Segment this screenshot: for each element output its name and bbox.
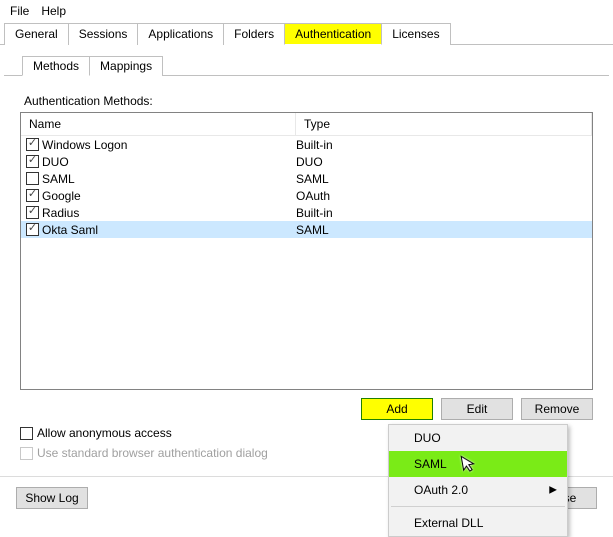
table-row[interactable]: Google OAuth: [21, 187, 592, 204]
menu-item-oauth-2-0[interactable]: OAuth 2.0▶: [389, 477, 567, 503]
row-checkbox[interactable]: [26, 172, 39, 185]
tab-folders[interactable]: Folders: [223, 23, 285, 45]
allow-anonymous-label: Allow anonymous access: [37, 426, 172, 440]
row-checkbox[interactable]: [26, 189, 39, 202]
remove-button[interactable]: Remove: [521, 398, 593, 420]
row-name: DUO: [42, 155, 69, 169]
table-row[interactable]: Radius Built-in: [21, 204, 592, 221]
menubar: File Help: [0, 0, 613, 22]
menu-separator: [391, 506, 565, 507]
auth-methods-list[interactable]: Name Type Windows LogonBuilt-inDUODUOSAM…: [20, 112, 593, 390]
table-row[interactable]: DUO DUO: [21, 153, 592, 170]
tab-sessions[interactable]: Sessions: [68, 23, 139, 45]
menu-item-external-dll[interactable]: External DLL: [389, 510, 567, 536]
row-name: Radius: [42, 206, 79, 220]
row-name: SAML: [42, 172, 75, 186]
row-name: Windows Logon: [42, 138, 127, 152]
row-type: SAML: [296, 223, 329, 237]
add-dropdown-menu[interactable]: DUOSAMLOAuth 2.0▶External DLL: [388, 424, 568, 537]
row-type: OAuth: [296, 189, 330, 203]
section-label: Authentication Methods:: [24, 94, 593, 108]
chevron-right-icon: ▶: [549, 485, 557, 496]
row-checkbox[interactable]: [26, 155, 39, 168]
sub-tabs: MethodsMappings: [4, 55, 609, 76]
allow-anonymous-checkbox[interactable]: [20, 427, 33, 440]
menu-file[interactable]: File: [10, 4, 29, 18]
row-type: DUO: [296, 155, 323, 169]
tab-licenses[interactable]: Licenses: [381, 23, 450, 45]
add-button[interactable]: Add: [361, 398, 433, 420]
row-type: SAML: [296, 172, 329, 186]
row-type: Built-in: [296, 138, 333, 152]
row-checkbox[interactable]: [26, 223, 39, 236]
main-tabs: GeneralSessionsApplicationsFoldersAuthen…: [0, 22, 613, 45]
list-button-row: Add Edit Remove: [20, 398, 593, 420]
row-checkbox[interactable]: [26, 138, 39, 151]
edit-button[interactable]: Edit: [441, 398, 513, 420]
menu-help[interactable]: Help: [41, 4, 66, 18]
row-type: Built-in: [296, 206, 333, 220]
col-type[interactable]: Type: [296, 113, 592, 135]
row-checkbox[interactable]: [26, 206, 39, 219]
standard-browser-label: Use standard browser authentication dial…: [37, 446, 268, 460]
menu-item-duo[interactable]: DUO: [389, 425, 567, 451]
tab-authentication[interactable]: Authentication: [284, 23, 382, 45]
standard-browser-checkbox: [20, 447, 33, 460]
list-header: Name Type: [21, 113, 592, 136]
table-row[interactable]: Okta Saml SAML: [21, 221, 592, 238]
table-row[interactable]: SAML SAML: [21, 170, 592, 187]
table-row[interactable]: Windows Logon Built-in: [21, 136, 592, 153]
tab-applications[interactable]: Applications: [137, 23, 224, 45]
row-name: Okta Saml: [42, 223, 98, 237]
col-name[interactable]: Name: [21, 113, 296, 135]
subtab-mappings[interactable]: Mappings: [89, 56, 163, 76]
tab-general[interactable]: General: [4, 23, 69, 45]
row-name: Google: [42, 189, 81, 203]
show-log-button[interactable]: Show Log: [16, 487, 88, 509]
subtab-methods[interactable]: Methods: [22, 56, 90, 76]
